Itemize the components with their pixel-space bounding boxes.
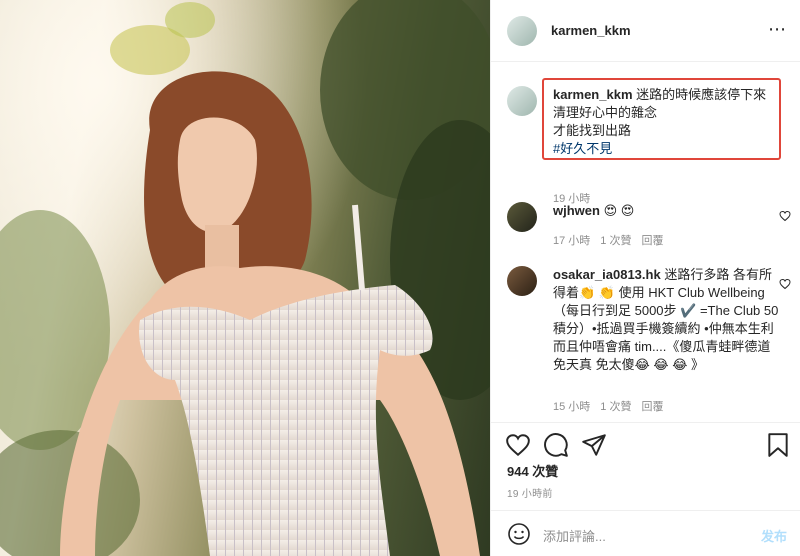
comment-meta: 17 小時 1 次贊 回覆 (553, 232, 663, 248)
comment-time[interactable]: 17 小時 (553, 232, 590, 248)
post-side-panel: karmen_kkm ⋯ karmen_kkm 迷路的時候應該停下來 清理好心中… (490, 0, 800, 556)
likes-count[interactable]: 944 次贊 (507, 461, 558, 480)
post-header: karmen_kkm ⋯ (491, 0, 800, 62)
comment-likes[interactable]: 1 次贊 (600, 232, 631, 248)
author-username[interactable]: karmen_kkm (551, 23, 631, 38)
comments-list[interactable]: karmen_kkm 迷路的時候應該停下來 清理好心中的雜念 才能找到出路 #好… (491, 62, 800, 422)
post-comment-button[interactable]: 发布 (761, 526, 787, 545)
caption-line-3: 才能找到出路 (553, 123, 632, 138)
bookmark-icon[interactable] (765, 432, 791, 458)
caption-line-1: 迷路的時候應該停下來 (636, 87, 767, 102)
comment-time[interactable]: 15 小時 (553, 398, 590, 414)
caption-username[interactable]: karmen_kkm (553, 87, 633, 102)
caption-line-2: 清理好心中的雜念 (553, 105, 658, 120)
comment-likes[interactable]: 1 次贊 (600, 398, 631, 414)
caption-hashtag[interactable]: #好久不見 (553, 141, 612, 156)
commenter-avatar[interactable] (507, 202, 537, 232)
heart-icon[interactable] (779, 210, 791, 222)
comment-body: wjhwen 😍 😍 (553, 202, 779, 220)
comment-body: osakar_ia0813.hk 迷路行多路 各有所得着👏 👏 使用 HKT C… (553, 266, 779, 374)
post-time[interactable]: 19 小時前 (507, 485, 553, 500)
comment-username[interactable]: wjhwen (553, 203, 600, 218)
comment-username[interactable]: osakar_ia0813.hk (553, 267, 661, 282)
photo-illustration (0, 0, 490, 556)
like-heart-icon[interactable] (505, 432, 531, 458)
post-actions: 944 次贊 19 小時前 (491, 422, 800, 510)
caption-body: karmen_kkm 迷路的時候應該停下來 清理好心中的雜念 才能找到出路 #好… (553, 86, 779, 158)
more-icon[interactable]: ⋯ (768, 20, 787, 38)
comment-text: 迷路行多路 各有所得着👏 👏 使用 HKT Club Wellbeing （每日… (553, 267, 779, 372)
add-comment-bar: 添加評論... 发布 (491, 510, 800, 556)
caption-avatar[interactable] (507, 86, 537, 116)
comment-reply[interactable]: 回覆 (641, 398, 663, 414)
comment-text: 😍 😍 (603, 203, 635, 218)
share-icon[interactable] (581, 432, 607, 458)
comment-input[interactable]: 添加評論... (543, 526, 606, 545)
comment-icon[interactable] (543, 432, 569, 458)
heart-icon[interactable] (779, 278, 791, 290)
comment-meta: 15 小時 1 次贊 回覆 (553, 398, 663, 414)
post-photo[interactable] (0, 0, 490, 556)
author-avatar[interactable] (507, 16, 537, 46)
post-modal: karmen_kkm ⋯ karmen_kkm 迷路的時候應該停下來 清理好心中… (0, 0, 800, 556)
emoji-icon[interactable] (507, 522, 531, 546)
commenter-avatar[interactable] (507, 266, 537, 296)
comment-reply[interactable]: 回覆 (641, 232, 663, 248)
